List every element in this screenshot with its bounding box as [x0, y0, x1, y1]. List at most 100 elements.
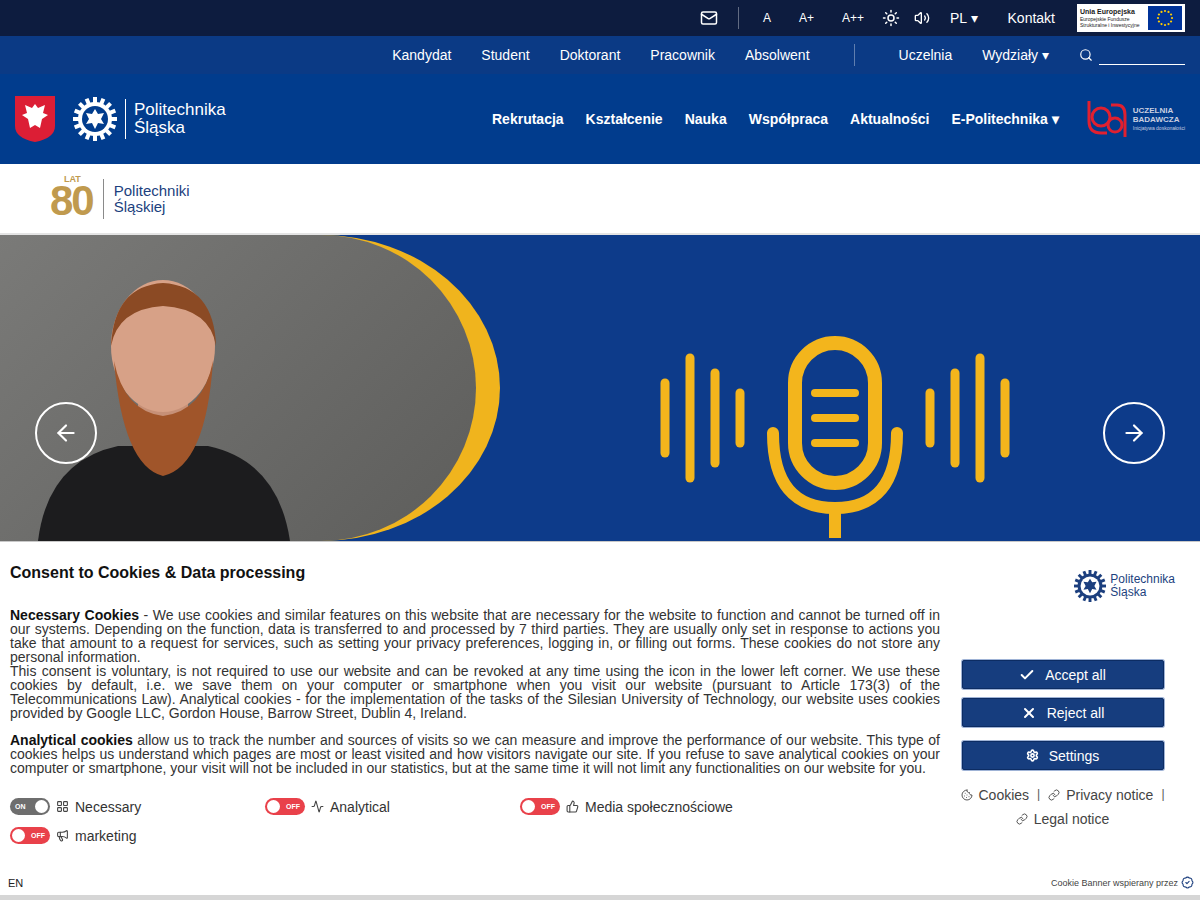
cookie-action-button[interactable]: Reject all — [962, 698, 1164, 727]
audience-link[interactable]: Wydziały ▾ — [982, 47, 1049, 63]
logo-line: Śląska — [1110, 586, 1175, 599]
main-nav-item[interactable]: Aktualności — [850, 111, 929, 127]
mail-icon[interactable] — [700, 9, 718, 27]
brand[interactable]: PolitechnikaŚląska — [15, 96, 226, 142]
contact-link[interactable]: Kontakt — [1008, 10, 1055, 26]
audience-link[interactable]: Doktorant — [560, 47, 621, 63]
research-university-badge[interactable]: UCZELNIABADAWCZAInicjatywa doskonałości — [1085, 97, 1185, 141]
cookie-lead: Analytical cookies — [10, 732, 133, 748]
font-size-button[interactable]: A — [759, 9, 775, 27]
eu-flag-icon — [1148, 6, 1182, 30]
switch[interactable]: OFF — [265, 798, 305, 815]
banner-logo: PolitechnikaŚląska — [1074, 570, 1175, 602]
button-icon — [1021, 705, 1037, 721]
divider — [854, 44, 855, 66]
person-photo-icon — [28, 251, 298, 541]
hero-photo — [0, 235, 500, 541]
anniversary-line: Śląskiej — [114, 199, 190, 215]
audience-link[interactable]: Absolwent — [745, 47, 810, 63]
logo-line: Śląska — [134, 119, 226, 137]
cookie-banner-title: Consent to Cookies & Data processing — [10, 564, 940, 582]
search-field[interactable] — [1099, 51, 1185, 65]
badge-line: Inicjatywa doskonałości — [1133, 124, 1185, 133]
cookie-action-button[interactable]: Settings — [962, 741, 1164, 770]
cookie-text: Necessary Cookies - We use cookies and s… — [10, 608, 940, 664]
cookie-text: This consent is voluntary, is not requir… — [10, 664, 940, 720]
powered-by[interactable]: Cookie Banner wspierany przez — [1051, 876, 1194, 889]
hero-graphic — [500, 235, 1200, 541]
marketing-toggle[interactable]: OFFmarketing — [10, 827, 265, 844]
font-size-button[interactable]: A+ — [795, 9, 818, 27]
social-media-toggle[interactable]: OFFMedia społecznościowe — [520, 798, 775, 815]
cookie-lead: Necessary Cookies — [10, 607, 139, 623]
audience-link[interactable]: Student — [481, 47, 529, 63]
main-nav-item[interactable]: Współpraca — [749, 111, 828, 127]
badge-line: BADAWCZA — [1133, 115, 1185, 124]
university-logo[interactable]: PolitechnikaŚląska — [73, 97, 226, 141]
switch[interactable]: OFF — [520, 798, 560, 815]
eu-logo-title: Unia Europejska — [1080, 8, 1144, 16]
arrow-left-icon — [53, 420, 79, 446]
analytical-toggle[interactable]: OFFAnalytical — [265, 798, 520, 815]
audience-nav: Kandydat Student Doktorant Pracownik Absolwe… — [0, 36, 1200, 74]
cookie-paragraph: Necessary Cookies - We use cookies and s… — [10, 608, 940, 720]
eu-logo[interactable]: Unia EuropejskaEuropejskie Fundusze Stru… — [1077, 4, 1185, 32]
eu-logo-subtitle: Europejskie Fundusze Strukturalne i Inwe… — [1080, 16, 1144, 28]
cookie-action-button[interactable]: Accept all — [962, 660, 1164, 689]
category-icon — [56, 800, 69, 813]
separator: | — [1161, 787, 1164, 803]
search-icon[interactable] — [1079, 48, 1093, 62]
cookie-text: Analytical cookies allow us to track the… — [10, 733, 940, 775]
search-box[interactable] — [1079, 45, 1185, 65]
button-icon — [1019, 667, 1035, 683]
research-university-icon — [1085, 97, 1129, 141]
cookie-link[interactable]: Legal notice — [1016, 811, 1110, 827]
button-icon — [1026, 749, 1039, 762]
category-icon — [56, 829, 69, 842]
top-bar: A A+ A++ PL ▾ Kontakt Unia EuropejskaEuropejs… — [0, 0, 1200, 36]
badge-line: UCZELNIA — [1133, 106, 1185, 115]
main-nav-item[interactable]: Kształcenie — [586, 111, 663, 127]
font-size-button[interactable]: A++ — [838, 9, 868, 27]
main-nav: Rekrutacja Kształcenie Nauka Współpraca Aktu… — [492, 111, 1059, 127]
previous-slide-button[interactable] — [35, 402, 97, 464]
switch: ON — [10, 798, 50, 815]
university-gear-icon — [1074, 570, 1106, 602]
microphone-icon — [655, 323, 1015, 541]
necessary-toggle: ONNecessary — [10, 798, 265, 815]
cookie-link[interactable]: Privacy notice — [1048, 787, 1153, 803]
cookie-icon — [961, 789, 973, 801]
cookie-link[interactable]: Cookies — [961, 787, 1030, 803]
next-slide-button[interactable] — [1103, 402, 1165, 464]
main-header: PolitechnikaŚląska Rekrutacja Kształcenie N… — [0, 74, 1200, 164]
hero-slider — [0, 235, 1200, 541]
speaker-icon[interactable] — [914, 10, 930, 26]
logo-line: Politechnika — [1110, 573, 1175, 586]
anniversary-number: 80 — [50, 180, 93, 222]
main-nav-item[interactable]: Rekrutacja — [492, 111, 564, 127]
cookie-paragraph: Analytical cookies allow us to track the… — [10, 733, 940, 775]
audience-link[interactable]: Uczelnia — [899, 47, 953, 63]
language-select[interactable]: PL ▾ — [950, 10, 978, 26]
link-icon — [1016, 813, 1028, 825]
contrast-icon[interactable] — [882, 9, 900, 27]
anniversary-logo[interactable]: LAT80PolitechnikiŚląskiej — [50, 175, 190, 222]
main-nav-item[interactable]: Nauka — [685, 111, 727, 127]
arrow-right-icon — [1121, 420, 1147, 446]
cookie-banner: Consent to Cookies & Data processing Nece… — [0, 541, 1200, 900]
anniversary-line: Politechniki — [114, 183, 190, 199]
anniversary-strip: LAT80PolitechnikiŚląskiej — [0, 164, 1200, 235]
switch[interactable]: OFF — [10, 827, 50, 844]
divider — [738, 7, 739, 29]
check-badge-icon — [1181, 876, 1194, 889]
audience-link[interactable]: Kandydat — [392, 47, 451, 63]
logo-line: Politechnika — [134, 101, 226, 119]
banner-language[interactable]: EN — [8, 877, 23, 889]
cookie-toggles: ONNecessaryOFFAnalyticalOFFMedia społecz… — [10, 798, 940, 844]
link-icon — [1048, 789, 1060, 801]
page: A A+ A++ PL ▾ Kontakt Unia EuropejskaEuropejs… — [0, 0, 1200, 900]
audience-link[interactable]: Pracownik — [650, 47, 715, 63]
separator: | — [1037, 787, 1040, 803]
university-gear-icon — [73, 97, 117, 141]
main-nav-item[interactable]: E-Politechnika ▾ — [951, 111, 1058, 127]
